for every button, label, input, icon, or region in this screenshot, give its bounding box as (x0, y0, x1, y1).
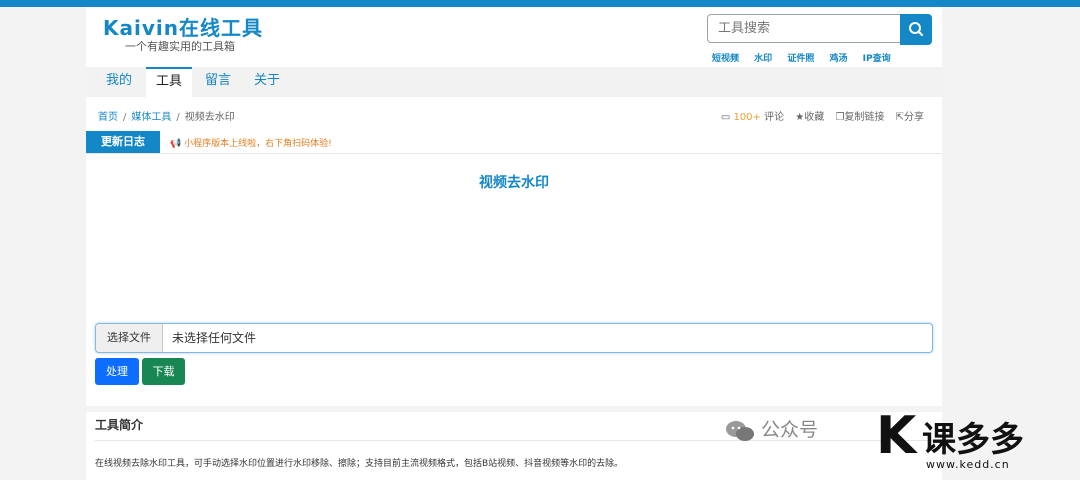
quick-link[interactable]: 短视频 (712, 54, 739, 64)
page-actions: ▭ 100+ 评论 ★收藏 ❐复制链接 ⇱分享 (713, 108, 924, 123)
tab-tools[interactable]: 工具 (146, 67, 192, 97)
breadcrumb-separator: / (123, 112, 127, 123)
favorite-action[interactable]: ★收藏 (795, 112, 824, 123)
search-box (707, 14, 932, 45)
tool-title: 视频去水印 (479, 175, 549, 191)
brand-k-icon: K (876, 406, 917, 466)
breadcrumb-separator: / (176, 112, 180, 123)
logo-subtitle: 一个有趣实用的工具箱 (125, 40, 235, 53)
tab-mine[interactable]: 我的 (96, 67, 142, 97)
changelog-text: 小程序版本上线啦，右下角扫码体验! (184, 139, 332, 149)
file-picker[interactable]: 选择文件 未选择任何文件 (95, 323, 933, 353)
top-accent-bar (0, 0, 1080, 7)
comment-action[interactable]: ▭ 100+ 评论 (721, 112, 784, 123)
search-button[interactable] (900, 14, 932, 45)
share-label: 分享 (904, 112, 924, 123)
quick-link[interactable]: IP查询 (863, 54, 891, 64)
wechat-watermark: 公众号 (725, 415, 818, 442)
quick-links: 短视频 水印 证件照 鸡汤 IP查询 (712, 51, 903, 64)
search-input[interactable] (707, 14, 901, 43)
favorite-label: 收藏 (804, 112, 825, 123)
choose-file-button[interactable]: 选择文件 (96, 324, 163, 352)
tab-messages[interactable]: 留言 (195, 67, 241, 97)
process-button[interactable]: 处理 (95, 358, 139, 385)
brand-url: www.kedd.cn (926, 458, 1010, 471)
quick-link[interactable]: 鸡汤 (829, 54, 847, 64)
site-logo[interactable]: Kaivin在线工具 一个有趣实用的工具箱 (103, 16, 263, 54)
megaphone-icon: 📢 (170, 139, 182, 149)
copy-link-label: 复制链接 (844, 112, 885, 123)
copy-link-action[interactable]: ❐复制链接 (835, 112, 884, 123)
breadcrumb-current: 视频去水印 (184, 112, 235, 123)
search-icon (909, 22, 924, 37)
breadcrumb-category[interactable]: 媒体工具 (131, 112, 171, 123)
intro-text: 在线视频去除水印工具，可手动选择水印位置进行水印移除、擦除；支持目前主流视频格式… (95, 459, 624, 469)
breadcrumb-home[interactable]: 首页 (98, 112, 118, 123)
comment-label: 评论 (764, 112, 785, 123)
share-icon: ⇱ (895, 112, 904, 123)
brand-name: 课多多 (922, 420, 1024, 460)
comment-count: 100+ (733, 112, 761, 123)
changelog-message: 📢 小程序版本上线啦，右下角扫码体验! (170, 136, 332, 149)
quick-link[interactable]: 水印 (754, 54, 772, 64)
wechat-label: 公众号 (761, 419, 819, 441)
file-status: 未选择任何文件 (172, 331, 257, 345)
quick-link[interactable]: 证件照 (787, 54, 814, 64)
share-action[interactable]: ⇱分享 (896, 112, 924, 123)
nav-tabs: 我的 工具 留言 关于 (86, 67, 942, 97)
logo-title: Kaivin在线工具 (103, 16, 263, 40)
breadcrumb: 首页 / 媒体工具 / 视频去水印 (98, 108, 235, 123)
brand-watermark: K 课多多 www.kedd.cn (876, 408, 1080, 474)
changelog-bar: 更新日志 📢 小程序版本上线啦，右下角扫码体验! (86, 131, 942, 154)
download-button[interactable]: 下载 (142, 358, 185, 385)
wechat-icon (726, 420, 754, 441)
comment-icon: ▭ (720, 112, 731, 123)
intro-title: 工具简介 (95, 418, 144, 432)
star-icon: ★ (795, 112, 805, 123)
changelog-label[interactable]: 更新日志 (86, 131, 160, 153)
page-container: Kaivin在线工具 一个有趣实用的工具箱 短视频 水印 证件照 鸡汤 IP查询… (86, 7, 942, 480)
tab-about[interactable]: 关于 (244, 67, 290, 97)
